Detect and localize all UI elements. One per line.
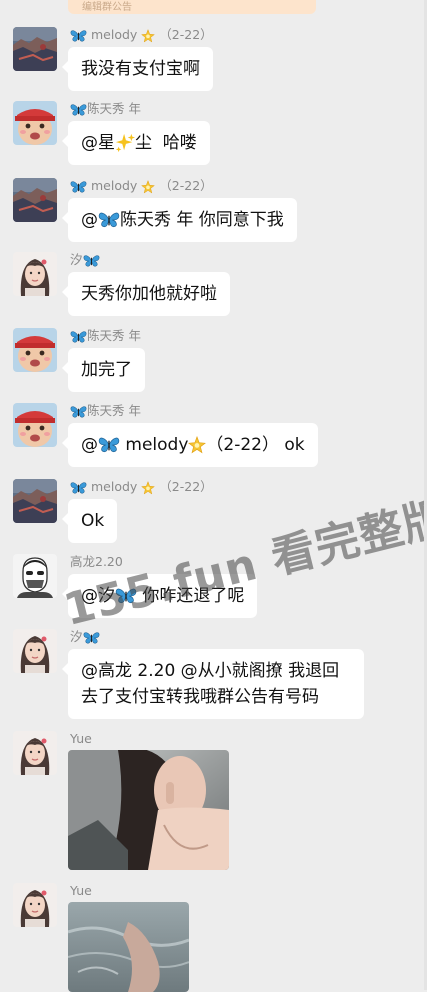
image-message[interactable] [68, 750, 229, 870]
message-text: 加完了 [81, 360, 132, 380]
mention-text: melody [120, 435, 189, 455]
sparkles-icon [115, 133, 135, 153]
avatar[interactable] [13, 479, 57, 523]
butterfly-icon [98, 211, 120, 229]
photo-image [68, 750, 229, 870]
sender-name-text: 陈天秀 年 [87, 403, 141, 418]
avatar[interactable] [13, 328, 57, 372]
sender-name-suffix: （2-22） [159, 479, 213, 494]
chat-bubble[interactable]: 加完了 [62, 348, 145, 392]
landscape-avatar-icon [13, 178, 57, 222]
avatar[interactable] [13, 27, 57, 71]
sender-name-text: 陈天秀 年 [87, 328, 141, 343]
chat-bubble[interactable]: 天秀你加他就好啦 [62, 272, 230, 316]
chat-bubble[interactable]: @高龙 2.20 @从小就阁撩 我退回去了支付宝转我哦群公告有号码 [62, 649, 364, 719]
sender-name-suffix: （2-22） [159, 178, 213, 193]
butterfly-icon [70, 180, 87, 194]
girl-avatar-icon [13, 883, 57, 927]
sender-name-text: melody [90, 479, 138, 494]
message-text: @高龙 2.20 @从小就阁撩 我退回去了支付宝转我哦群公告有号码 [81, 661, 340, 707]
avatar[interactable] [13, 178, 57, 222]
kid-avatar-icon [13, 328, 57, 372]
sender-name-text: Yue [70, 731, 92, 746]
sparkle-star-icon [141, 481, 155, 495]
chat-bubble[interactable]: Ok [61, 499, 118, 543]
previous-message-text: 编辑群公告 [82, 2, 132, 13]
photo-image [68, 902, 189, 992]
sender-name[interactable]: Yue [70, 730, 92, 748]
girl-avatar-icon [13, 252, 57, 296]
butterfly-icon [70, 481, 87, 495]
sender-name-suffix: （2-22） [159, 27, 213, 42]
image-message[interactable] [68, 902, 189, 992]
sender-name-text: 陈天秀 年 [87, 101, 141, 116]
message-text: 陈天秀 年 你同意下我 [120, 210, 284, 230]
avatar[interactable] [13, 252, 57, 296]
butterfly-icon [70, 330, 87, 344]
mention-text: @星 [81, 133, 115, 153]
avatar[interactable] [13, 101, 57, 145]
sketch-avatar-icon [13, 554, 57, 598]
message-text: 天秀你加他就好啦 [81, 284, 217, 304]
sender-name[interactable]: melody （2-22） [70, 26, 213, 44]
sender-name[interactable]: 陈天秀 年 [70, 100, 141, 118]
avatar[interactable] [13, 731, 57, 775]
girl-avatar-icon [13, 629, 57, 673]
butterfly-icon [70, 405, 87, 419]
sender-name[interactable]: Yue [70, 882, 92, 900]
chat-bubble[interactable]: @ melody （2-22） ok [62, 423, 318, 467]
butterfly-icon [83, 254, 100, 268]
message-text: 哈喽 [157, 133, 197, 153]
butterfly-icon [98, 436, 120, 454]
message-text: （2-22） ok [206, 435, 305, 455]
sender-name-text: melody [90, 178, 138, 193]
sender-name-text: melody [90, 27, 138, 42]
avatar[interactable] [13, 403, 57, 447]
sender-name[interactable]: 陈天秀 年 [70, 402, 141, 420]
mention-text: @ [81, 435, 98, 455]
avatar[interactable] [13, 629, 57, 673]
sender-name-text: 汐 [70, 252, 83, 267]
girl-avatar-icon [13, 731, 57, 775]
sparkle-star-icon [188, 436, 206, 454]
avatar[interactable] [13, 554, 57, 598]
previous-message-bubble[interactable]: 编辑群公告 [68, 0, 316, 14]
chat-bubble[interactable]: @ 陈天秀 年 你同意下我 [62, 198, 297, 242]
sender-name-text: Yue [70, 883, 92, 898]
sender-name[interactable]: 汐 [70, 251, 100, 269]
butterfly-icon [70, 103, 87, 117]
sender-name[interactable]: melody （2-22） [70, 177, 213, 195]
landscape-avatar-icon [13, 27, 57, 71]
sparkle-star-icon [141, 180, 155, 194]
message-text: 我没有支付宝啊 [81, 59, 200, 79]
sparkle-star-icon [141, 29, 155, 43]
sender-name[interactable]: 陈天秀 年 [70, 327, 141, 345]
message-text: Ok [81, 511, 105, 531]
avatar[interactable] [13, 883, 57, 927]
mention-text: 尘 [135, 133, 152, 153]
chat-bubble[interactable]: @星尘 哈喽 [62, 121, 210, 165]
butterfly-icon [70, 29, 87, 43]
chat-bubble[interactable]: 我没有支付宝啊 [62, 47, 213, 91]
landscape-avatar-icon [13, 479, 57, 523]
kid-avatar-icon [13, 403, 57, 447]
mention-text: @ [81, 210, 98, 230]
kid-avatar-icon [13, 101, 57, 145]
sender-name[interactable]: melody （2-22） [70, 478, 213, 496]
